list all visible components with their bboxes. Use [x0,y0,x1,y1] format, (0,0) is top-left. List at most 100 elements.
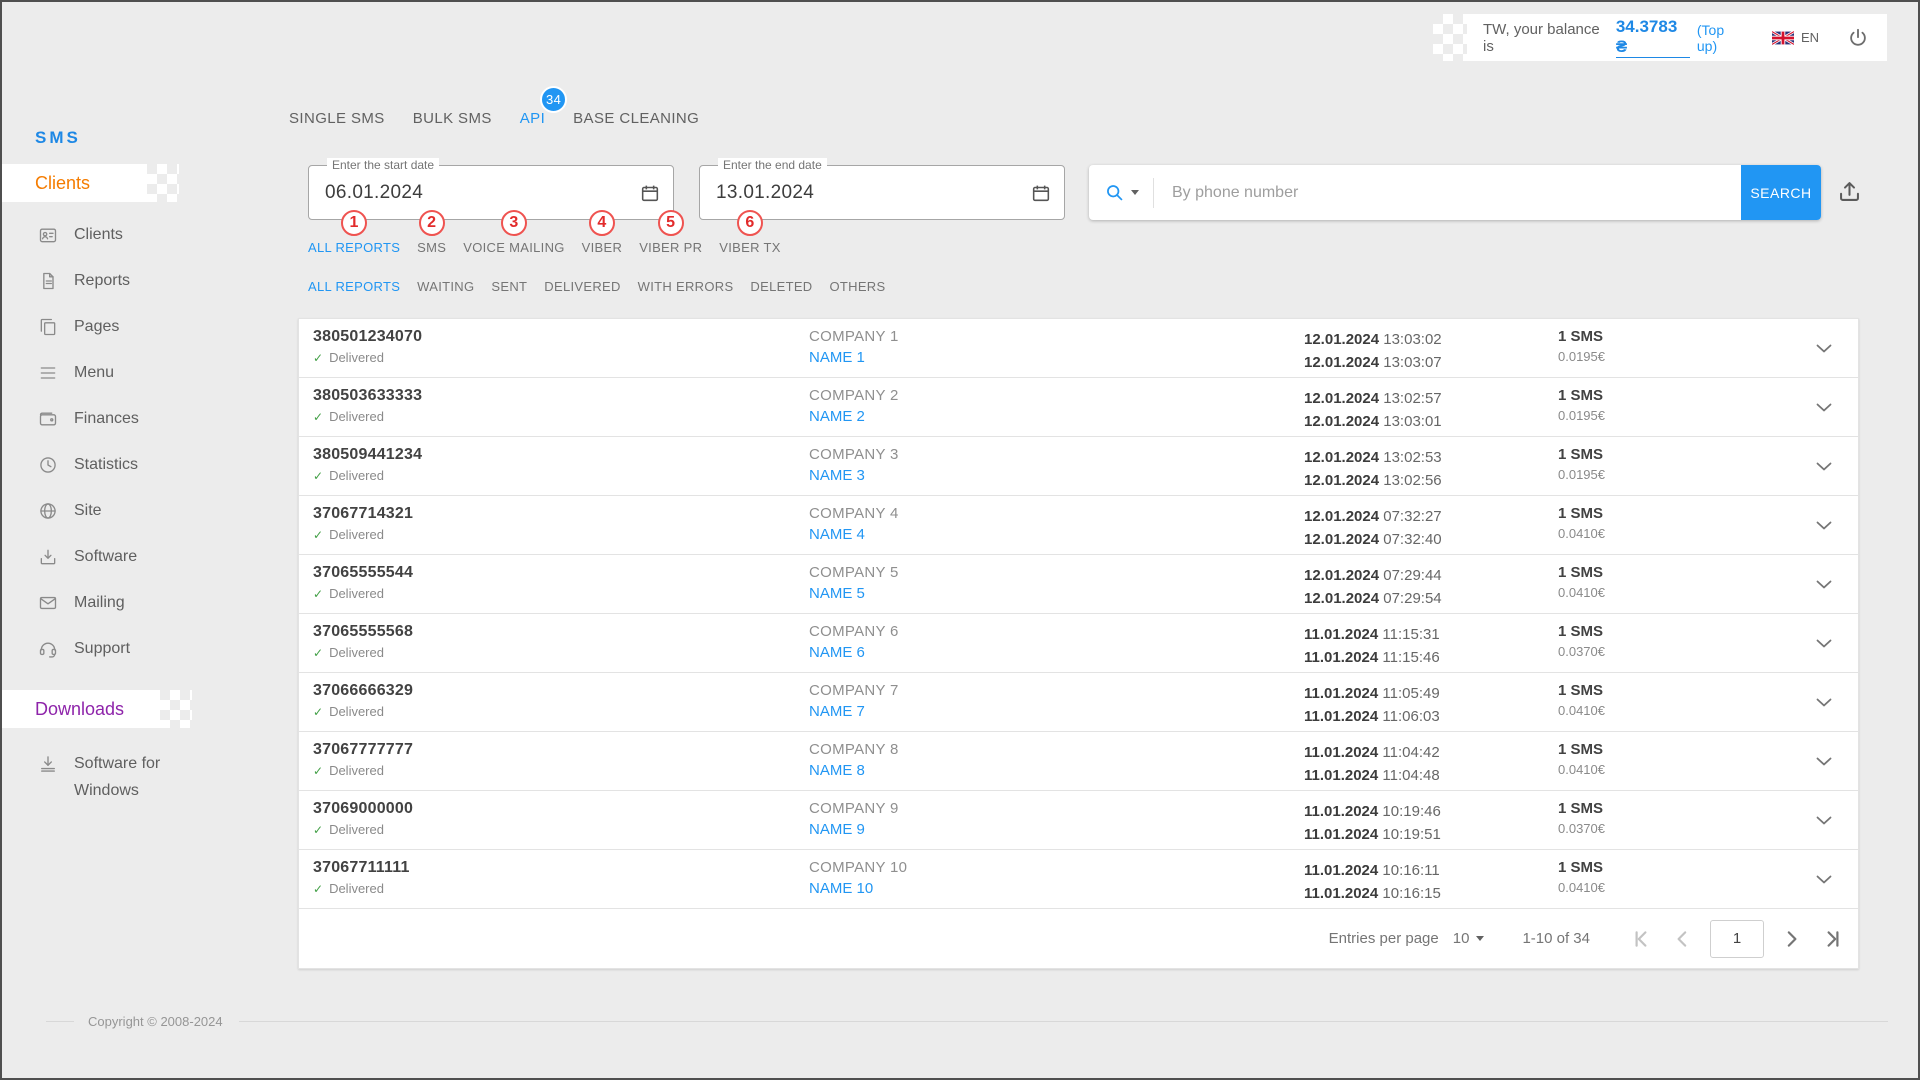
report-type-filter[interactable]: 6 VIBER TX [719,240,780,255]
sidebar-item-menu[interactable]: Menu [2,350,247,396]
delivered-time: 11:06:03 [1382,708,1439,725]
count-cell: 1 SMS 0.0195€ [1558,446,1605,482]
sent-date: 12.01.2024 [1304,567,1379,584]
downloads-section-label: Downloads [35,699,124,719]
sidebar-item-mailing[interactable]: Mailing [2,580,247,626]
company-name: COMPANY 5 [809,564,899,581]
expand-row-button[interactable] [1816,518,1832,536]
count-cell: 1 SMS 0.0370€ [1558,800,1605,836]
status-filter[interactable]: WAITING [417,279,474,294]
sent-time: 11:04:42 [1382,744,1439,761]
sms-count: 1 SMS [1558,800,1605,817]
sidebar-section-clients[interactable]: Clients [2,164,147,202]
client-cell: COMPANY 9 NAME 9 [809,800,899,838]
table-row: 37067714321 ✓Delivered COMPANY 4 NAME 4 … [299,496,1858,555]
sidebar-item-software-for-windows[interactable]: Software for Windows [2,750,247,804]
delivered-date: 12.01.2024 [1304,354,1379,371]
last-page-button[interactable] [1822,928,1844,950]
entries-per-page-label: Entries per page [1329,930,1439,947]
delivery-status-label: Delivered [329,645,384,660]
expand-row-button[interactable] [1816,695,1832,713]
delivered-date: 11.01.2024 [1304,885,1378,902]
sidebar-item-reports[interactable]: Reports [2,258,247,304]
sidebar-section-downloads[interactable]: Downloads [2,690,160,728]
sidebar-item-label: Pages [74,318,119,336]
delivery-status-label: Delivered [329,586,384,601]
sidebar-item-support[interactable]: Support [2,626,247,672]
previous-page-button[interactable] [1672,928,1694,950]
expand-row-button[interactable] [1816,341,1832,359]
phone-cell: 37067711111 ✓Delivered [313,859,410,896]
status-filter-label: DELETED [750,279,812,294]
report-type-filter[interactable]: 3 VOICE MAILING [463,240,564,255]
sidebar-item-pages[interactable]: Pages [2,304,247,350]
client-name-link[interactable]: NAME 4 [809,526,899,543]
status-filter[interactable]: SENT [491,279,527,294]
page-number-input[interactable] [1710,920,1764,958]
expand-row-button[interactable] [1816,577,1832,595]
status-filter[interactable]: ALL REPORTS [308,279,400,294]
expand-row-button[interactable] [1816,636,1832,654]
client-name-link[interactable]: NAME 7 [809,703,899,720]
delivered-date: 11.01.2024 [1304,708,1378,725]
search-input[interactable] [1154,184,1741,202]
search-icon [1104,182,1125,203]
search-button[interactable]: SEARCH [1741,165,1821,220]
delivery-status: ✓Delivered [313,645,413,660]
sidebar-item-site[interactable]: Site [2,488,247,534]
status-filter[interactable]: OTHERS [829,279,885,294]
export-button[interactable] [1836,178,1863,205]
client-name-link[interactable]: NAME 1 [809,349,899,366]
calendar-icon[interactable] [639,182,661,204]
client-name-link[interactable]: NAME 6 [809,644,899,661]
sms-count: 1 SMS [1558,505,1605,522]
report-type-label: VIBER TX [719,240,780,255]
status-filter[interactable]: DELETED [750,279,812,294]
sidebar-section-sms[interactable]: SMS [35,128,247,148]
sidebar-item-clients[interactable]: Clients [2,212,247,258]
start-date-label: Enter the start date [327,158,439,172]
status-filter-label: DELIVERED [544,279,620,294]
first-page-button[interactable] [1630,928,1652,950]
client-name-link[interactable]: NAME 5 [809,585,899,602]
sidebar-item-software[interactable]: Software [2,534,247,580]
client-cell: COMPANY 5 NAME 5 [809,564,899,602]
company-name: COMPANY 8 [809,741,899,758]
next-page-button[interactable] [1780,928,1802,950]
entries-per-page-select[interactable]: 10 [1453,930,1485,947]
sidebar-item-statistics[interactable]: Statistics [2,442,247,488]
site-icon [38,501,58,521]
sidebar-item-finances[interactable]: Finances [2,396,247,442]
report-type-filter[interactable]: 2 SMS [417,240,446,255]
sent-timestamp: 12.01.2024 13:03:02 [1304,328,1442,351]
expand-row-button[interactable] [1816,754,1832,772]
report-type-filter[interactable]: 4 VIBER [582,240,623,255]
client-name-link[interactable]: NAME 2 [809,408,899,425]
client-name-link[interactable]: NAME 3 [809,467,899,484]
expand-row-button[interactable] [1816,459,1832,477]
chevron-down-icon [1816,344,1832,354]
client-name-link[interactable]: NAME 9 [809,821,899,838]
report-type-filter[interactable]: 5 VIBER PR [639,240,702,255]
timestamps-cell: 11.01.2024 10:19:46 11.01.2024 10:19:51 [1304,800,1441,846]
status-filter[interactable]: DELIVERED [544,279,620,294]
sidebar-item-label: Statistics [74,456,138,474]
expand-row-button[interactable] [1816,872,1832,890]
expand-row-button[interactable] [1816,400,1832,418]
search-type-dropdown[interactable] [1089,165,1153,220]
sidebar-item-label: Reports [74,272,130,290]
sent-timestamp: 11.01.2024 11:04:42 [1304,741,1440,764]
table-row: 380503633333 ✓Delivered COMPANY 2 NAME 2… [299,378,1858,437]
client-cell: COMPANY 2 NAME 2 [809,387,899,425]
start-date-field[interactable]: Enter the start date 06.01.2024 [308,165,674,220]
calendar-icon[interactable] [1030,182,1052,204]
timestamps-cell: 12.01.2024 13:02:53 12.01.2024 13:02:56 [1304,446,1442,492]
status-filter[interactable]: WITH ERRORS [638,279,734,294]
delivered-date: 12.01.2024 [1304,531,1379,548]
tab-label: SINGLE SMS [289,110,385,127]
sent-time: 10:19:46 [1382,803,1440,820]
client-name-link[interactable]: NAME 10 [809,880,907,897]
expand-row-button[interactable] [1816,813,1832,831]
report-type-filter[interactable]: 1 ALL REPORTS [308,240,400,255]
client-name-link[interactable]: NAME 8 [809,762,899,779]
